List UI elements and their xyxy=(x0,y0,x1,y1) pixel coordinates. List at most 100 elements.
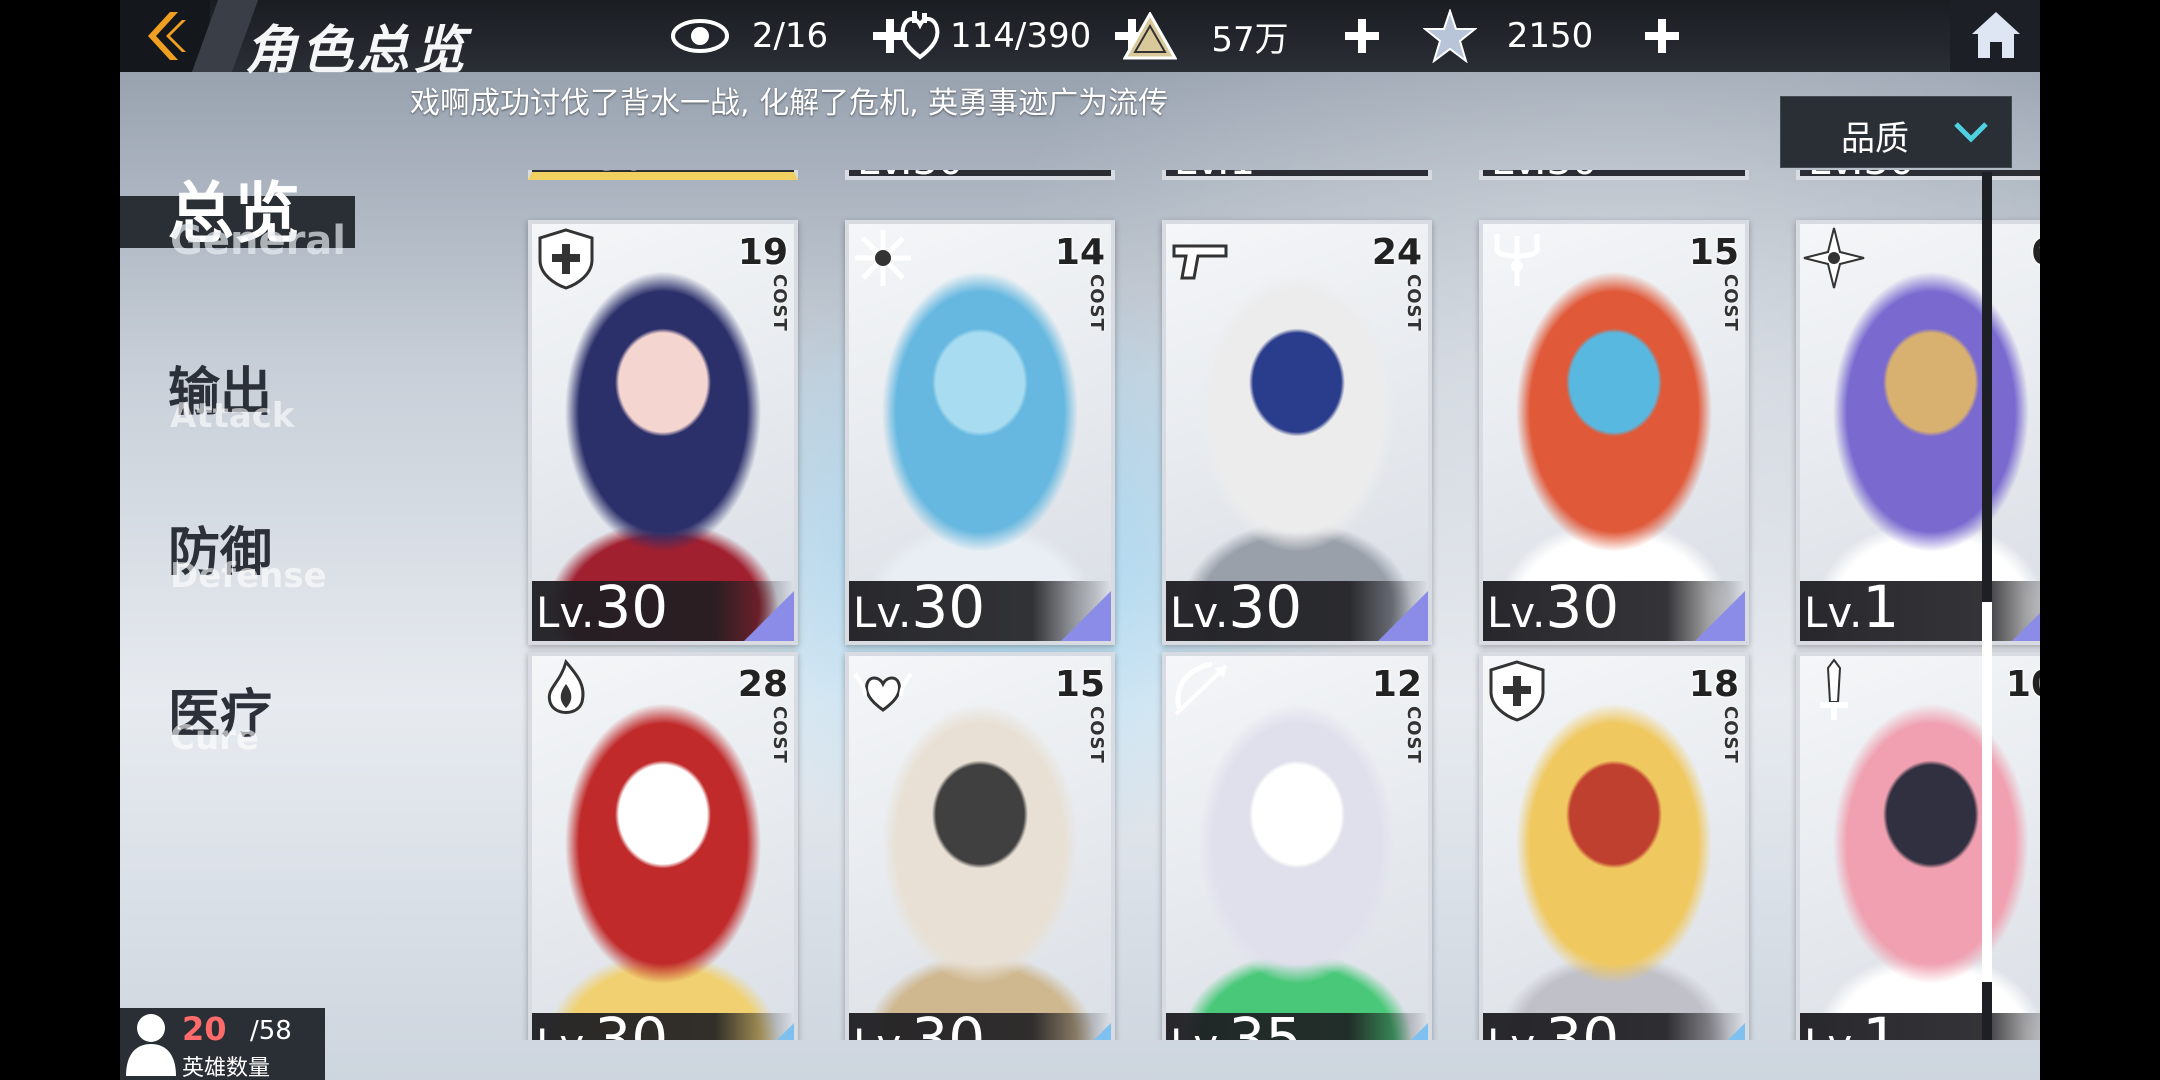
hero-cost: 14 xyxy=(1054,232,1105,273)
sort-dropdown[interactable]: 品质 xyxy=(1780,96,2012,168)
right-letterbox xyxy=(2040,0,2160,1080)
cost-label: COST xyxy=(1086,274,1107,332)
rarity-corner xyxy=(2012,591,2040,641)
hero-count-max: /58 xyxy=(250,1016,292,1046)
cost-label: COST xyxy=(1403,706,1424,764)
cost-label: COST xyxy=(1720,274,1741,332)
sword-icon xyxy=(1820,658,1848,720)
resource-crystal: 2150 xyxy=(1420,0,1684,72)
left-letterbox xyxy=(0,0,120,1080)
hero-card-partial[interactable]: Lv.1 xyxy=(1162,170,1432,184)
hero-card[interactable]: 18 COST Lv.30 xyxy=(1479,652,1749,1040)
rarity-corner xyxy=(1061,591,1111,641)
cost-label: COST xyxy=(2037,274,2040,332)
tab-sublabel: General xyxy=(170,218,346,264)
heart-wings-icon xyxy=(853,672,913,712)
resource-heart: 114/390 xyxy=(890,0,1154,72)
hero-level: Lv.30 xyxy=(853,1005,986,1040)
cost-label: COST xyxy=(2037,706,2040,764)
cost-label: COST xyxy=(1403,274,1424,332)
hero-card[interactable]: 12 COST Lv.35 xyxy=(1162,652,1432,1040)
hero-level: Lv.30 xyxy=(1491,170,1597,184)
tab-attack[interactable]: 输出 Attack xyxy=(120,350,380,440)
person-icon xyxy=(126,1014,176,1076)
plus-icon xyxy=(1645,19,1679,53)
hero-card[interactable]: 14 COST Lv.30 xyxy=(845,220,1115,645)
tab-defense[interactable]: 防御 Defense xyxy=(120,510,380,600)
resource-value: 57万 xyxy=(1211,19,1289,60)
hero-level: Lv.30 xyxy=(1487,573,1620,641)
triangle-coin-icon xyxy=(1120,6,1180,66)
eye-icon xyxy=(670,6,730,66)
scrollbar-thumb[interactable] xyxy=(1982,602,1992,982)
hero-level: Lv.30 xyxy=(536,573,669,641)
hero-level: Lv.30 xyxy=(540,170,646,180)
hero-count: 20 /58 英雄数量 xyxy=(120,1008,325,1080)
rarity-corner xyxy=(1378,591,1428,641)
tab-cure[interactable]: 医疗 Cure xyxy=(120,672,380,762)
hero-cost: 15 xyxy=(1054,664,1105,705)
add-gold-button[interactable] xyxy=(1340,14,1384,58)
hero-cost: 19 xyxy=(737,232,788,273)
rarity-corner xyxy=(744,591,794,641)
rarity-corner xyxy=(1695,1023,1745,1040)
hero-level: Lv.35 xyxy=(1170,1005,1303,1040)
rarity-corner xyxy=(1378,1023,1428,1040)
hero-level: Lv.1 xyxy=(1804,1005,1900,1040)
tab-sublabel: Defense xyxy=(170,556,327,596)
resource-value: 2/16 xyxy=(751,16,829,56)
hero-level: Lv.30 xyxy=(1487,1005,1620,1040)
hero-level: Lv.30 xyxy=(1808,170,1914,184)
hero-card-partial[interactable]: Lv.30 xyxy=(1796,170,2040,184)
rarity-corner xyxy=(1695,591,1745,641)
hero-card[interactable]: 19 COST Lv.30 xyxy=(528,220,798,645)
hero-card[interactable]: 15 COST Lv.30 xyxy=(1479,220,1749,645)
add-crystal-button[interactable] xyxy=(1640,14,1684,58)
rarity-corner xyxy=(1061,1023,1111,1040)
home-button[interactable] xyxy=(1950,0,2040,72)
cost-label: COST xyxy=(1720,706,1741,764)
hero-cost: 24 xyxy=(1371,232,1422,273)
hero-count-current: 20 xyxy=(182,1010,227,1048)
back-arrow-icon xyxy=(148,12,186,60)
star-crystal-icon xyxy=(1420,6,1480,66)
hero-level: Lv.30 xyxy=(857,170,963,184)
hero-card[interactable]: 28 COST Lv.30 xyxy=(528,652,798,1040)
hero-cost: 18 xyxy=(1688,664,1739,705)
hero-count-label: 英雄数量 xyxy=(182,1056,271,1080)
hero-cost: 28 xyxy=(737,664,788,705)
cost-label: COST xyxy=(769,706,790,764)
hero-grid: Lv.30 Lv.30 Lv.1 Lv.30 Lv.30 19 COST Lv.30 1… xyxy=(400,170,2040,1040)
rarity-corner xyxy=(2012,1023,2040,1040)
home-icon xyxy=(1972,12,2020,58)
resource-stamina: 2/16 xyxy=(670,0,912,72)
hero-card[interactable]: 6 COST Lv.1 xyxy=(1796,220,2040,645)
anatomical-heart-icon xyxy=(890,6,950,66)
cost-label: COST xyxy=(769,274,790,332)
hero-card-partial[interactable]: Lv.30 xyxy=(845,170,1115,184)
hero-card[interactable]: 15 COST Lv.30 xyxy=(845,652,1115,1040)
hero-card[interactable]: 10 COST Lv.1 xyxy=(1796,652,2040,1040)
hero-card-partial[interactable]: Lv.30 xyxy=(1479,170,1749,184)
hero-level: Lv.1 xyxy=(1804,573,1900,641)
hero-level: Lv.30 xyxy=(853,573,986,641)
sort-label: 品质 xyxy=(1841,119,1909,159)
tab-general[interactable]: 总览 General xyxy=(120,160,380,264)
hero-cost: 10 xyxy=(2005,664,2040,705)
hero-cost: 6 xyxy=(2031,232,2040,273)
resource-gold: 57万 xyxy=(1120,0,1384,72)
bow-icon xyxy=(1174,661,1228,716)
top-bar: 角色总览 2/16 114/390 57万 2150 xyxy=(120,0,2040,81)
shield-cross-icon xyxy=(538,228,594,290)
shield-cross-icon xyxy=(1489,660,1545,722)
resource-value: 2150 xyxy=(1506,16,1594,56)
shuriken-icon xyxy=(1803,227,1865,289)
news-ticker: 戏啊成功讨伐了背水一战, 化解了危机, 英勇事迹广为流传 xyxy=(410,86,1169,121)
hero-cost: 15 xyxy=(1688,232,1739,273)
hero-level: Lv.30 xyxy=(536,1005,669,1040)
resource-value: 114/390 xyxy=(950,16,1092,56)
hero-card-partial[interactable]: Lv.30 xyxy=(528,170,798,180)
pistol-icon xyxy=(1172,244,1228,280)
hero-card[interactable]: 24 COST Lv.30 xyxy=(1162,220,1432,645)
plus-icon xyxy=(1345,19,1379,53)
